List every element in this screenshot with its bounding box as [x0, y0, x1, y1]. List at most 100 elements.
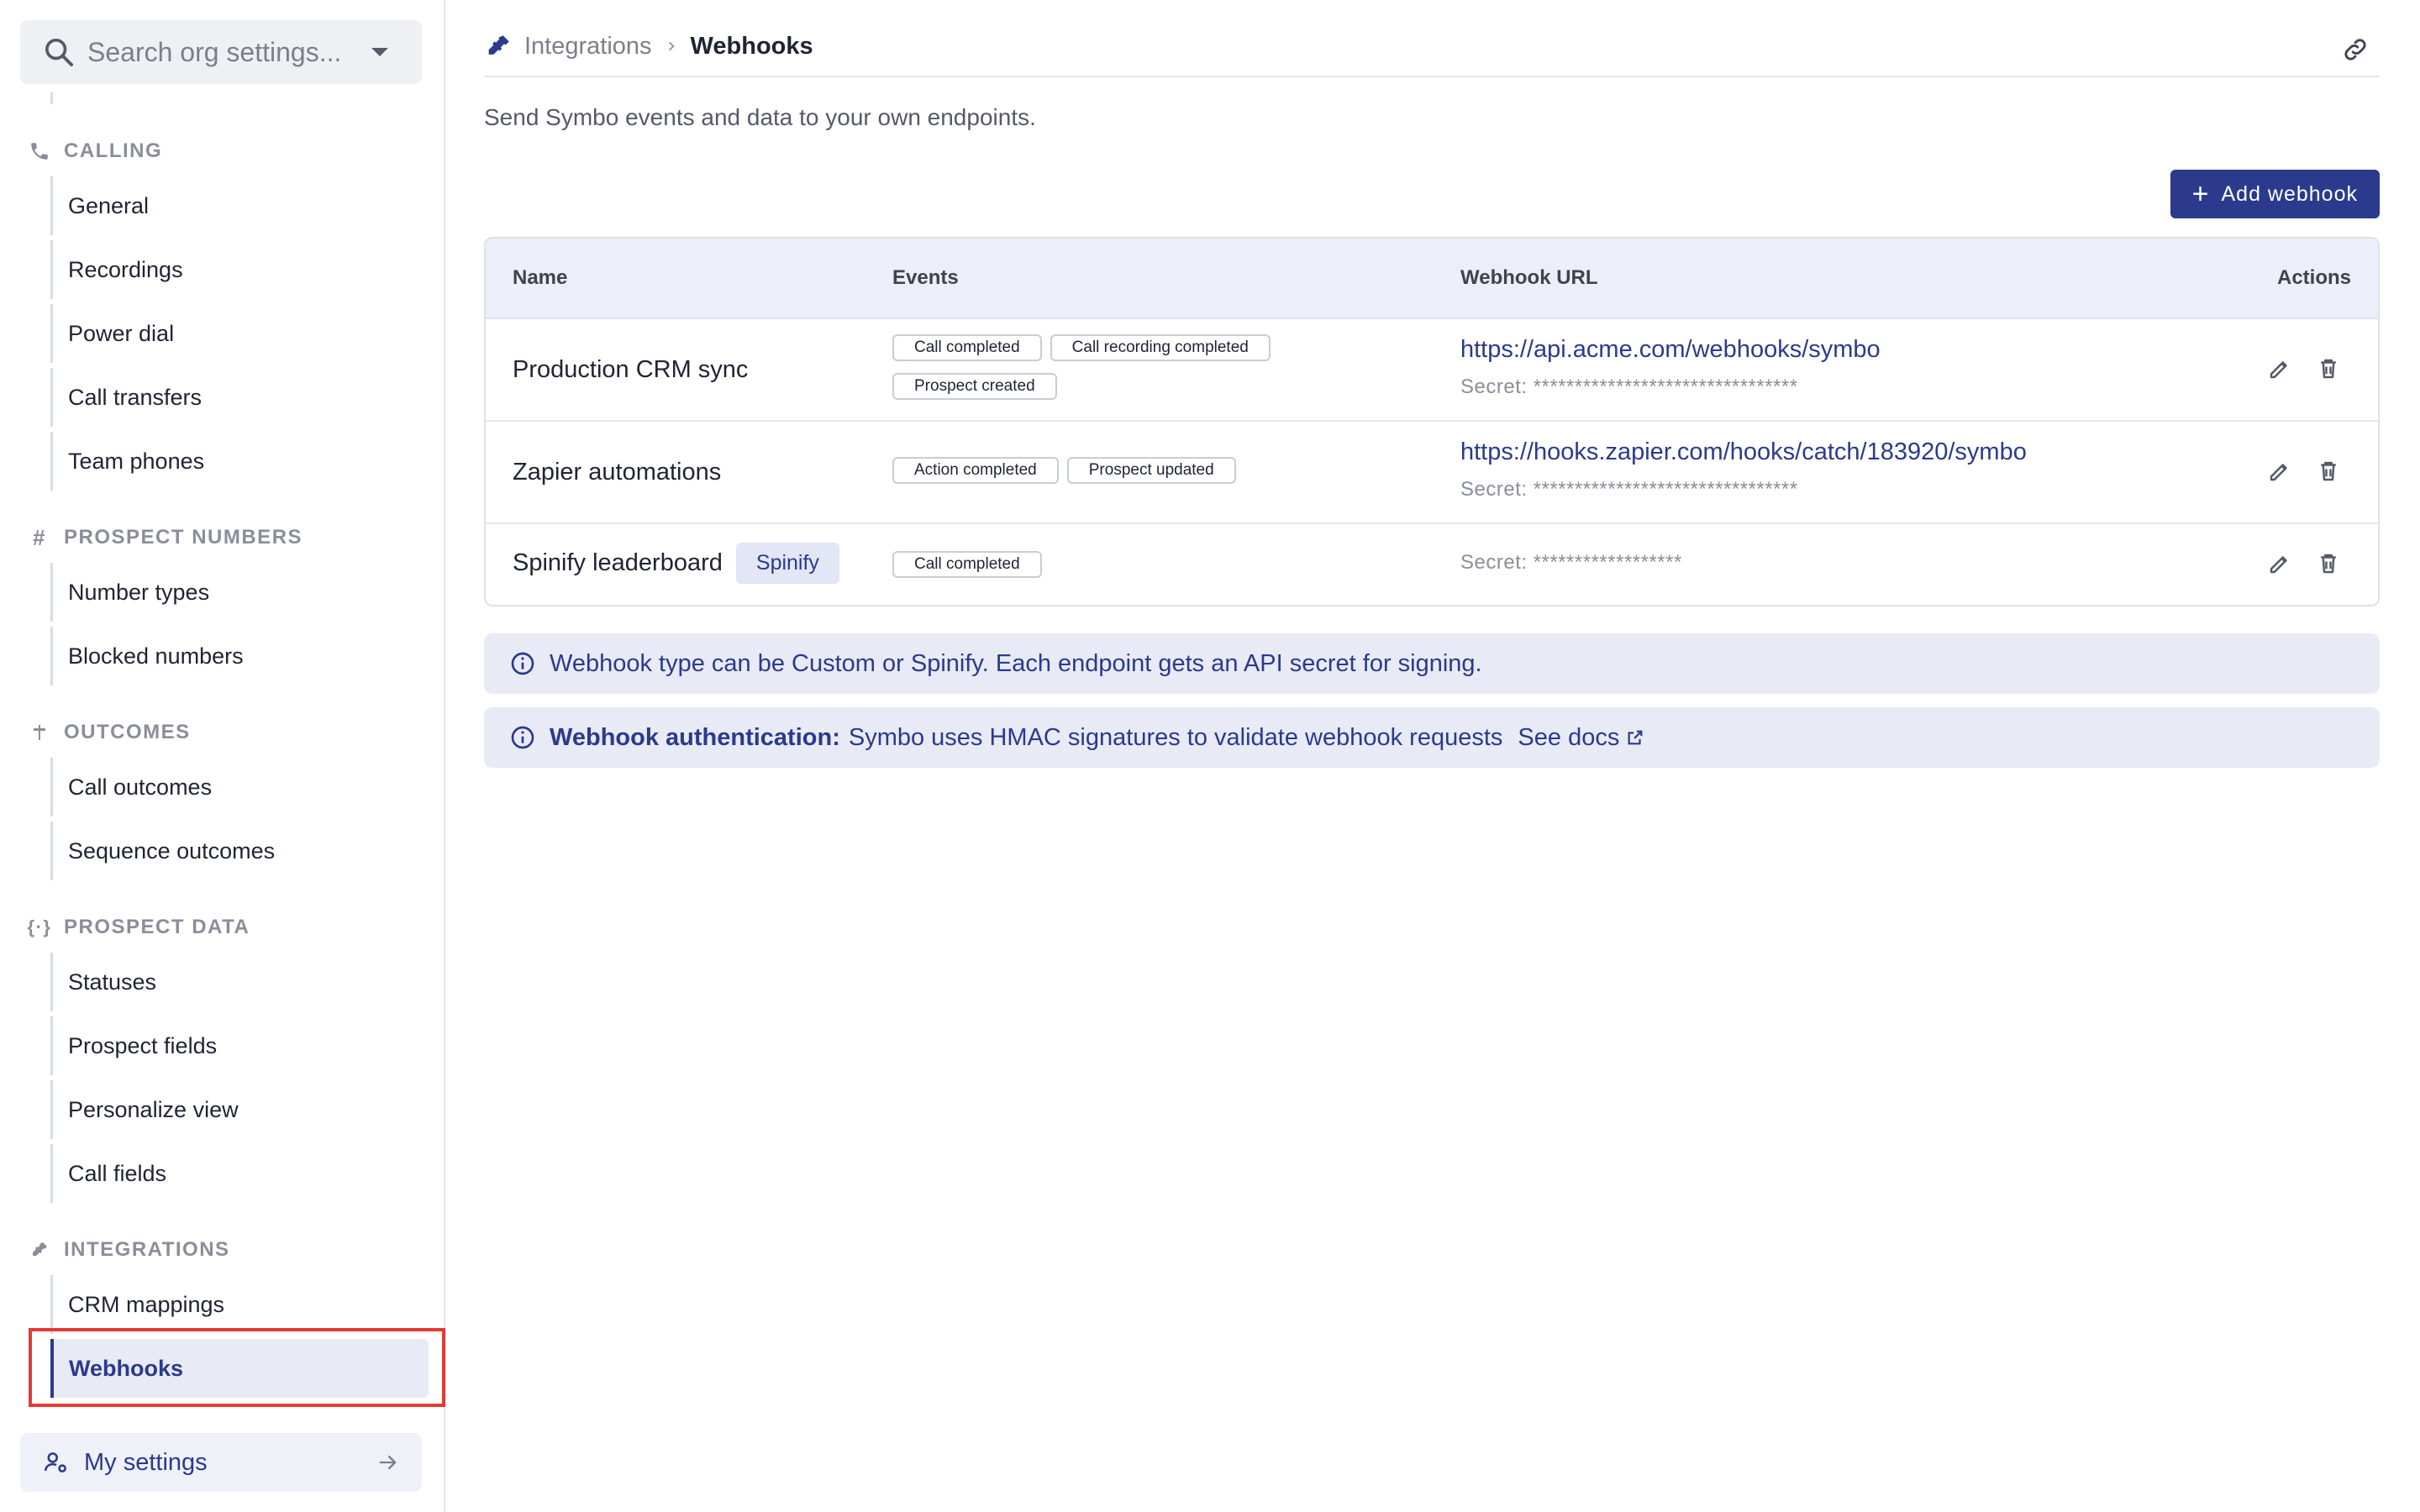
sidebar-item-sequence-outcomes[interactable]: Sequence outcomes — [50, 822, 429, 880]
section-calling: CALLING — [27, 134, 162, 168]
section-integrations: INTEGRATIONS — [27, 1233, 230, 1267]
sidebar-item-label: Number types — [68, 579, 210, 605]
trash-icon[interactable] — [2316, 551, 2341, 576]
sidebar-item-label: Statuses — [68, 969, 157, 995]
external-link-icon — [1628, 730, 1643, 745]
sidebar-item-team-phones[interactable]: Team phones — [50, 432, 429, 491]
braces-icon: {·} — [27, 916, 52, 937]
sidebar: Search org settings... CALLING General R… — [0, 0, 445, 1512]
add-webhook-label: Add webhook — [2221, 181, 2358, 206]
sidebar-item-label: Blocked numbers — [68, 643, 244, 669]
trash-icon[interactable] — [2316, 459, 2341, 484]
webhooks-table: Name Events Webhook URL Actions Producti… — [484, 237, 2380, 606]
sidebar-item-number-types[interactable]: Number types — [50, 563, 429, 622]
sidebar-item-crm-mappings[interactable]: CRM mappings — [50, 1275, 429, 1334]
sidebar-item-label: Sequence outcomes — [68, 837, 276, 864]
webhook-name-text: Zapier automations — [513, 459, 722, 486]
breadcrumb: Integrations Webhooks — [484, 25, 2380, 77]
row-actions — [2267, 459, 2341, 484]
row-actions — [2267, 356, 2341, 381]
edit-icon[interactable] — [2267, 551, 2292, 576]
section-title: CALLING — [64, 139, 163, 162]
sidebar-item-label: Recordings — [68, 256, 183, 282]
table-row[interactable]: Zapier automations Action completed Pros… — [486, 422, 2378, 524]
url-cell: https://api.acme.com/webhooks/symbo Secr… — [1460, 336, 1881, 399]
sidebar-item-general[interactable]: General — [50, 176, 429, 235]
sidebar-item-personalize-view[interactable]: Personalize view — [50, 1080, 429, 1139]
webhook-name-text: Spinify leaderboard — [513, 549, 723, 576]
trash-icon[interactable] — [2316, 356, 2341, 381]
event-chip: Prospect created — [892, 373, 1057, 400]
webhook-url-link[interactable]: https://hooks.zapier.com/hooks/catch/183… — [1460, 438, 2027, 466]
plus-icon: + — [2191, 178, 2210, 210]
sidebar-item-statuses[interactable]: Statuses — [50, 953, 429, 1011]
my-settings-button[interactable]: My settings — [20, 1433, 422, 1492]
add-webhook-button[interactable]: + Add webhook — [2170, 170, 2380, 218]
sidebar-item-label: Webhooks — [69, 1355, 184, 1381]
sidebar-item-prospect-fields[interactable]: Prospect fields — [50, 1016, 429, 1075]
event-chips: Call completed Call recording completed … — [892, 334, 1430, 400]
sidebar-item-label: Personalize view — [68, 1096, 239, 1122]
section-prospect-data: {·} PROSPECT DATA — [27, 911, 250, 944]
webhook-name-text: Production CRM sync — [513, 356, 749, 383]
edit-icon[interactable] — [2267, 356, 2292, 381]
column-header-url: Webhook URL — [1460, 266, 1598, 289]
section-prospect-numbers: # PROSPECT NUMBERS — [27, 521, 302, 554]
arrow-right-icon — [379, 1455, 397, 1470]
nav-group-prospect-data: Statuses Prospect fields Personalize vie… — [50, 953, 429, 1208]
chevron-down-icon[interactable] — [371, 48, 388, 56]
event-chip: Call completed — [892, 551, 1042, 578]
signpost-icon — [27, 720, 52, 745]
sidebar-item-call-transfers[interactable]: Call transfers — [50, 368, 429, 427]
webhook-secret: Secret: ******************************** — [1460, 375, 1798, 398]
page-subtitle: Send Symbo events and data to your own e… — [484, 104, 1036, 130]
sidebar-item-call-outcomes[interactable]: Call outcomes — [50, 758, 429, 816]
table-row[interactable]: Spinify leaderboard Spinify Call complet… — [486, 524, 2378, 605]
chevron-right-icon — [668, 41, 675, 51]
sidebar-item-call-fields[interactable]: Call fields — [50, 1144, 429, 1203]
section-outcomes: OUTCOMES — [27, 716, 191, 749]
user-settings-icon — [44, 1452, 66, 1473]
info-icon — [511, 652, 534, 675]
sidebar-item-blocked-numbers[interactable]: Blocked numbers — [50, 627, 429, 685]
info-banner-text: Webhook type can be Custom or Spinify. E… — [550, 649, 1482, 677]
webhook-name: Zapier automations — [513, 459, 721, 486]
search-field[interactable]: Search org settings... — [20, 20, 422, 84]
sidebar-item-power-dial[interactable]: Power dial — [50, 304, 429, 363]
section-title: PROSPECT NUMBERS — [64, 526, 303, 549]
settings-nav[interactable]: CALLING General Recordings Power dial Ca… — [0, 92, 444, 1411]
webhook-type-info-banner: Webhook type can be Custom or Spinify. E… — [484, 633, 2380, 694]
edit-icon[interactable] — [2267, 459, 2292, 484]
see-docs-link[interactable]: See docs — [1518, 724, 1644, 752]
url-cell: Secret: ****************** — [1460, 551, 1682, 575]
sidebar-item-label: Team phones — [68, 448, 205, 474]
webhook-auth-banner: Webhook authentication: Symbo uses HMAC … — [484, 707, 2380, 768]
my-settings-label: My settings — [84, 1448, 208, 1476]
url-cell: https://hooks.zapier.com/hooks/catch/183… — [1460, 438, 2027, 501]
page-title: Webhooks — [690, 32, 813, 60]
sidebar-item-label: Power dial — [68, 320, 175, 346]
sidebar-item-label: Call outcomes — [68, 774, 213, 800]
sidebar-item-recordings[interactable]: Recordings — [50, 240, 429, 299]
sidebar-item-webhooks[interactable]: Webhooks — [50, 1339, 429, 1398]
webhook-url-link[interactable]: https://api.acme.com/webhooks/symbo — [1460, 336, 1881, 364]
webhook-name: Production CRM sync — [513, 356, 748, 384]
table-header: Name Events Webhook URL Actions — [486, 239, 2378, 319]
sidebar-item-label: CRM mappings — [68, 1291, 225, 1317]
search-placeholder: Search org settings... — [87, 36, 342, 67]
breadcrumb-parent-link[interactable]: Integrations — [524, 33, 652, 60]
section-title: OUTCOMES — [64, 721, 191, 743]
event-chip: Call recording completed — [1050, 334, 1270, 361]
table-row[interactable]: Production CRM sync Call completed Call … — [486, 319, 2378, 422]
hash-icon: # — [33, 524, 46, 550]
event-chips: Action completed Prospect updated — [892, 457, 1430, 484]
webhook-type-badge: Spinify — [735, 543, 839, 584]
search-icon — [45, 39, 73, 66]
webhook-secret: Secret: ******************************** — [1460, 478, 1798, 501]
section-title: INTEGRATIONS — [64, 1238, 230, 1261]
sidebar-item-label: Call fields — [68, 1160, 167, 1186]
event-chip: Action completed — [892, 457, 1059, 484]
sidebar-item-label: General — [68, 192, 150, 218]
plug-icon — [27, 1237, 52, 1263]
link-icon[interactable] — [2341, 35, 2370, 64]
